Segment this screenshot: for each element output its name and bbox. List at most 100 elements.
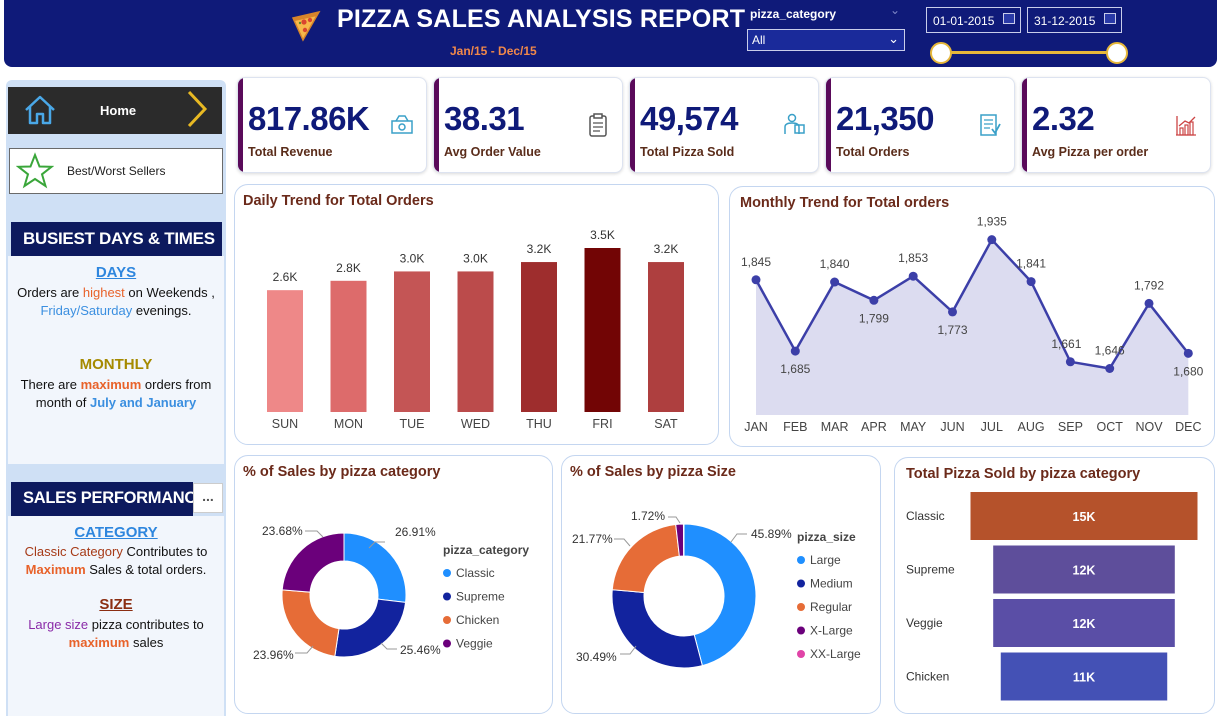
donut-value-label: 25.46%: [400, 643, 441, 657]
monthly-point[interactable]: [790, 346, 800, 356]
monthly-point[interactable]: [948, 307, 957, 317]
daily-bar[interactable]: [267, 290, 303, 412]
date-range-start-handle[interactable]: [930, 42, 952, 64]
legend-item[interactable]: Chicken: [456, 613, 499, 627]
size-highlight-maximum: maximum: [68, 635, 130, 650]
kpi-accent-bar: [1022, 78, 1027, 172]
donut-slice[interactable]: [281, 589, 340, 657]
funnel-bar-label: 12K: [1073, 617, 1096, 631]
legend-item[interactable]: Veggie: [456, 637, 493, 651]
kpi-label: Total Orders: [836, 145, 910, 159]
legend-item[interactable]: XX-Large: [810, 647, 861, 661]
daily-bar[interactable]: [584, 248, 621, 412]
donut-slice[interactable]: [343, 532, 407, 603]
monthly-text-part: There are: [20, 377, 81, 392]
monthly-point-label: 1,680: [1173, 364, 1203, 378]
monthly-point[interactable]: [830, 277, 840, 287]
pizza-sold-by-category-chart: 15K Classic 12K Supreme 12K Veggie 11K Chicken: [906, 492, 1198, 701]
size-text-part: sales: [129, 635, 164, 650]
donut-slice[interactable]: [682, 523, 685, 557]
more-options-button[interactable]: ...: [193, 483, 223, 513]
delivery-icon: [784, 113, 805, 134]
monthly-point[interactable]: [908, 271, 918, 281]
kpi-card-total-orders: 21,350 Total Orders: [825, 77, 1015, 173]
size-title: SIZE: [99, 596, 133, 613]
legend-item[interactable]: X-Large: [810, 624, 853, 638]
monthly-point-label: 1,841: [1016, 257, 1046, 271]
monthly-point[interactable]: [869, 295, 879, 305]
sales-by-category-chart: 26.91% 25.46% 23.96% 23.68% pizza_category Cl…: [253, 524, 529, 662]
star-icon: [16, 152, 54, 189]
category-text-part: Sales & total orders.: [85, 562, 207, 577]
size-text-part: pizza contributes to: [88, 617, 204, 632]
calendar-icon[interactable]: [1003, 13, 1015, 24]
daily-bar-label: 3.2K: [654, 242, 679, 256]
legend-swatch: [443, 569, 451, 577]
kpi-value: 49,574: [640, 100, 738, 137]
daily-x-tick: THU: [526, 417, 552, 431]
daily-bar-label: 3.0K: [463, 251, 488, 265]
legend-item[interactable]: Medium: [810, 577, 853, 591]
nav-home-button[interactable]: Home: [8, 87, 222, 134]
monthly-x-tick: MAR: [821, 420, 849, 434]
legend-item[interactable]: Supreme: [456, 590, 505, 604]
category-filter-dropdown[interactable]: All ⌄: [747, 29, 905, 51]
sales-by-size-panel: % of Sales by pizza Size 45.89% 30.49% 21.…: [561, 455, 881, 714]
donut-slice[interactable]: [281, 532, 345, 593]
date-range-end-handle[interactable]: [1106, 42, 1128, 64]
donut-slice[interactable]: [611, 523, 680, 594]
days-text-part: on Weekends ,: [124, 285, 215, 300]
daily-bar[interactable]: [330, 280, 367, 412]
daily-bar[interactable]: [521, 262, 557, 412]
monthly-point-label: 1,853: [898, 251, 928, 265]
monthly-x-tick: DEC: [1175, 420, 1201, 434]
category-highlight-classic: Classic Category: [24, 544, 123, 559]
calendar-icon[interactable]: [1104, 13, 1116, 24]
monthly-point[interactable]: [987, 235, 997, 245]
monthly-point-label: 1,840: [820, 257, 850, 271]
monthly-point[interactable]: [1183, 348, 1193, 358]
kpi-label: Avg Order Value: [444, 145, 541, 159]
size-text: Large size pizza contributes to maximum …: [14, 616, 218, 652]
clipboard-icon: [589, 113, 607, 137]
donut-slice[interactable]: [334, 598, 407, 658]
busiest-days-panel: DAYS Orders are highest on Weekends , Fr…: [8, 256, 224, 464]
nav-home-label: Home: [100, 103, 137, 118]
report-title: PIZZA SALES ANALYSIS REPORT: [337, 5, 746, 33]
category-text-part: Contributes to: [122, 544, 208, 559]
daily-x-tick: SUN: [272, 417, 298, 431]
monthly-point[interactable]: [1026, 277, 1036, 287]
kpi-accent-bar: [826, 78, 831, 172]
kpi-card-total-pizza-sold: 49,574 Total Pizza Sold: [629, 77, 819, 173]
daily-bar[interactable]: [457, 271, 494, 412]
nav-best-worst-sellers-button[interactable]: Best/Worst Sellers: [9, 148, 223, 194]
monthly-x-tick: JAN: [744, 420, 768, 434]
monthly-point[interactable]: [751, 275, 761, 285]
growth-chart-icon: [1176, 116, 1196, 136]
end-date-input[interactable]: 31-12-2015: [1027, 7, 1122, 33]
donut-leader-line: [730, 533, 747, 543]
legend-item[interactable]: Classic: [456, 566, 495, 580]
date-range-slider-track[interactable]: [939, 51, 1117, 54]
daily-bar-label: 2.8K: [336, 261, 361, 275]
legend-swatch: [797, 556, 805, 564]
daily-bar[interactable]: [394, 271, 430, 412]
legend-swatch: [443, 616, 451, 624]
donut-slice[interactable]: [611, 589, 703, 669]
checklist-icon: [980, 114, 1001, 136]
legend-item[interactable]: Large: [810, 553, 841, 567]
monthly-point[interactable]: [1105, 363, 1115, 373]
legend-swatch: [797, 603, 805, 611]
category-highlight-maximum: Maximum: [25, 562, 86, 577]
legend-title: pizza_size: [797, 530, 856, 544]
daily-bar-label: 3.0K: [400, 251, 425, 265]
daily-bar[interactable]: [648, 262, 684, 412]
start-date-value: 01-01-2015: [933, 14, 995, 28]
start-date-input[interactable]: 01-01-2015: [926, 7, 1021, 33]
monthly-point[interactable]: [1144, 298, 1154, 308]
days-title: DAYS: [95, 264, 137, 281]
chevron-down-icon[interactable]: ⌄: [890, 3, 900, 17]
monthly-point[interactable]: [1065, 357, 1075, 367]
days-text: Orders are highest on Weekends , Friday/…: [14, 284, 218, 320]
legend-item[interactable]: Regular: [810, 600, 852, 614]
